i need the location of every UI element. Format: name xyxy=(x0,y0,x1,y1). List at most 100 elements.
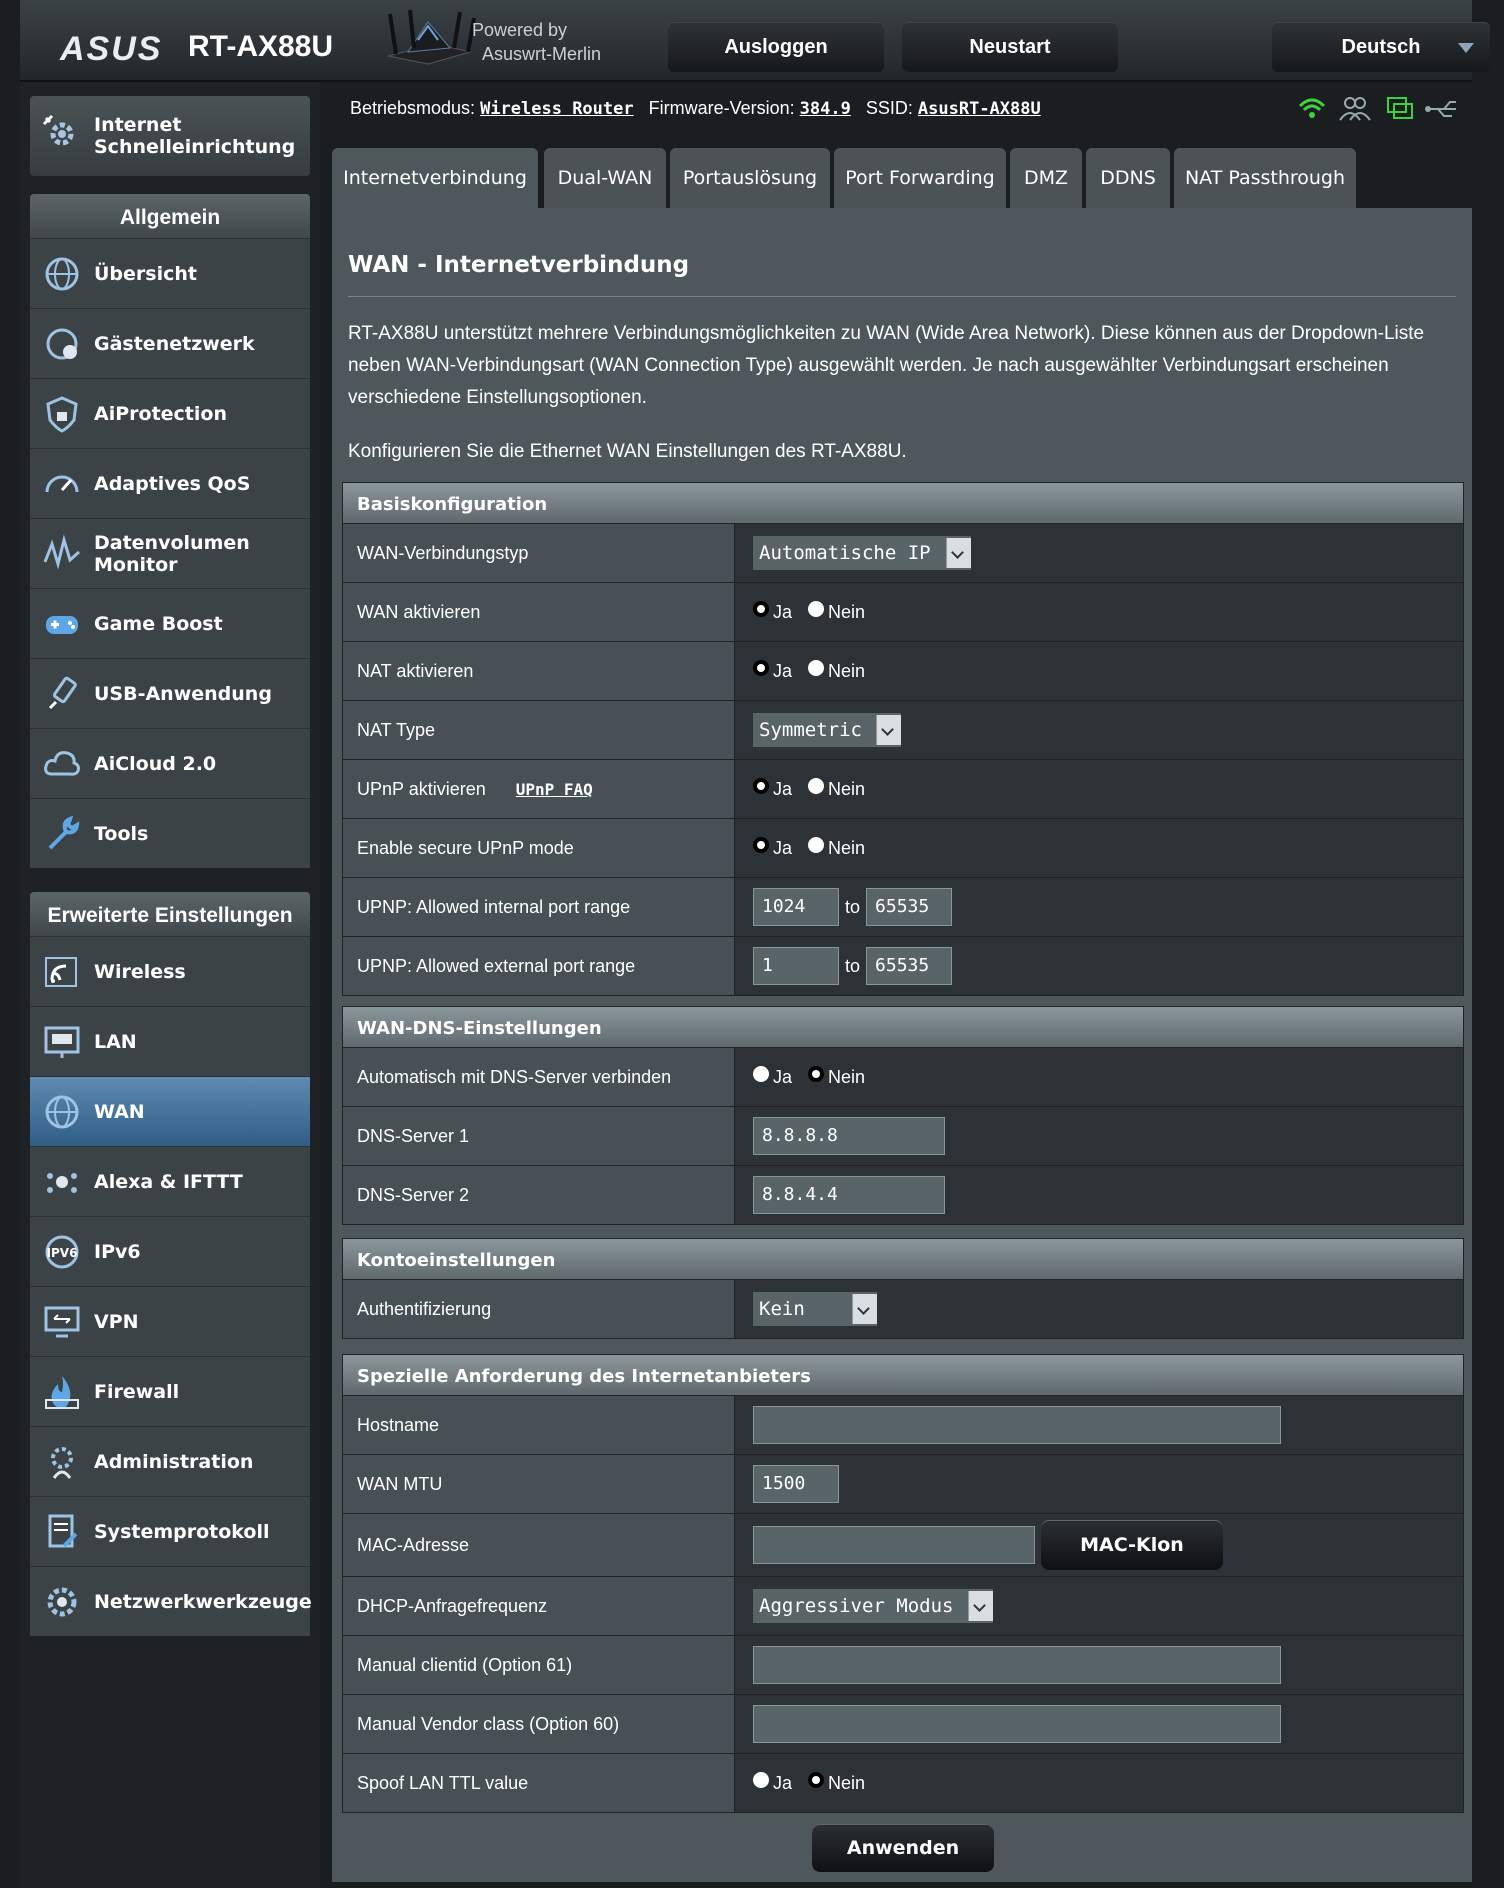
sidebar-item-aiprotection[interactable]: AiProtection xyxy=(30,378,310,448)
external-port-from-input[interactable]: 1 xyxy=(753,947,839,985)
option61-input[interactable] xyxy=(753,1646,1281,1684)
globe-icon xyxy=(45,1095,79,1129)
sidebar-item-tools[interactable]: Tools xyxy=(30,798,310,868)
radio-no-label: Nein xyxy=(828,660,866,681)
radio-no[interactable] xyxy=(808,601,825,617)
select-value: Kein xyxy=(759,1298,805,1320)
sidebar-item-ipv6[interactable]: IPV6 IPv6 xyxy=(30,1216,310,1286)
firmware-link[interactable]: 384.9 xyxy=(800,99,851,119)
nat-type-select[interactable]: Symmetric xyxy=(753,713,901,747)
tab-nat-passthrough[interactable]: NAT Passthrough xyxy=(1174,148,1356,208)
row-label: WAN-Verbindungstyp xyxy=(343,524,735,582)
sidebar-item-datenvolumen-monitor[interactable]: Datenvolumen Monitor xyxy=(30,518,310,588)
tab-dmz[interactable]: DMZ xyxy=(1010,148,1082,208)
sidebar-item-alexa-ifttt[interactable]: Alexa & IFTTT xyxy=(30,1146,310,1216)
alexa-icon xyxy=(47,1173,77,1193)
internal-port-to-input[interactable]: 65535 xyxy=(866,888,953,926)
sidebar-item-label: Systemprotokoll xyxy=(94,1521,270,1543)
row-label: Automatisch mit DNS-Server verbinden xyxy=(343,1048,735,1106)
main-content: WAN - Internetverbindung RT-AX88U unters… xyxy=(332,208,1472,1882)
sidebar-item-firewall[interactable]: Firewall xyxy=(30,1356,310,1426)
sidebar-item-systemprotokoll[interactable]: Systemprotokoll xyxy=(30,1496,310,1566)
sidebar-item-lan[interactable]: LAN xyxy=(30,1006,310,1076)
radio-yes-label: Ja xyxy=(773,601,793,622)
sidebar-item-übersicht[interactable]: Übersicht xyxy=(30,238,310,308)
nat-enable-row: NAT aktivieren Ja Nein xyxy=(343,642,1463,701)
tab-portausl-sung[interactable]: Portauslösung xyxy=(670,148,830,208)
guest-network-icon xyxy=(46,328,78,360)
sidebar-item-administration[interactable]: Administration xyxy=(30,1426,310,1496)
radio-yes[interactable] xyxy=(753,601,769,617)
powered-by: Powered by Asuswrt-Merlin xyxy=(472,18,601,66)
section-title: Basiskonfiguration xyxy=(343,483,1463,524)
dns-auto-row: Automatisch mit DNS-Server verbinden Ja … xyxy=(343,1048,1463,1107)
upnp-external-range-row: UPNP: Allowed external port range 1 to 6… xyxy=(343,937,1463,995)
option60-row: Manual Vendor class (Option 60) xyxy=(343,1695,1463,1754)
radio-yes[interactable] xyxy=(753,778,769,794)
radio-yes[interactable] xyxy=(753,837,769,853)
language-select[interactable]: Deutsch xyxy=(1272,22,1490,72)
radio-no-label: Nein xyxy=(828,1772,866,1793)
tab-ddns[interactable]: DDNS xyxy=(1086,148,1170,208)
sidebar-item-wan[interactable]: WAN xyxy=(30,1076,310,1146)
row-label: UPNP: Allowed internal port range xyxy=(343,878,735,936)
dns-server2-input[interactable]: 8.8.4.4 xyxy=(753,1176,945,1214)
wifi-icon[interactable] xyxy=(1298,98,1326,118)
tab-internetverbindung[interactable]: Internetverbindung xyxy=(332,148,538,208)
sidebar-item-adaptives-qos[interactable]: Adaptives QoS xyxy=(30,448,310,518)
row-label: UPnP aktivieren UPnP FAQ xyxy=(343,760,735,818)
dhcp-frequency-select[interactable]: Aggressiver Modus xyxy=(753,1589,993,1623)
usb-icon[interactable] xyxy=(1425,101,1456,117)
hostname-input[interactable] xyxy=(753,1406,1281,1444)
sidebar-item-aicloud-2-0[interactable]: AiCloud 2.0 xyxy=(30,728,310,798)
sidebar-item-usb-anwendung[interactable]: USB-Anwendung xyxy=(30,658,310,728)
page-title: WAN - Internetverbindung xyxy=(348,252,690,278)
tab-port-forwarding[interactable]: Port Forwarding xyxy=(834,148,1006,208)
radio-no[interactable] xyxy=(808,778,825,794)
radio-no[interactable] xyxy=(808,837,825,853)
radio-no-label: Nein xyxy=(828,837,866,858)
radio-yes[interactable] xyxy=(753,660,769,676)
mode-link[interactable]: Wireless Router xyxy=(480,99,634,119)
auth-row: Authentifizierung Kein xyxy=(343,1280,1463,1338)
network-status-icon[interactable] xyxy=(1387,97,1413,119)
ssid-link[interactable]: AsusRT-AX88U xyxy=(918,99,1041,119)
wan-type-select[interactable]: Automatische IP xyxy=(753,536,971,570)
quick-setup-button[interactable]: Internet Schnelleinrichtung xyxy=(30,96,310,176)
mac-address-input[interactable] xyxy=(753,1526,1035,1564)
sidebar-item-label: USB-Anwendung xyxy=(94,683,272,705)
row-label: WAN aktivieren xyxy=(343,583,735,641)
mtu-input[interactable]: 1500 xyxy=(753,1465,839,1503)
reboot-button[interactable]: Neustart xyxy=(902,22,1118,72)
apply-button[interactable]: Anwenden xyxy=(812,1824,994,1872)
mac-clone-button[interactable]: MAC-Klon xyxy=(1041,1520,1223,1570)
clients-icon[interactable] xyxy=(1339,97,1371,121)
auth-select[interactable]: Kein xyxy=(753,1292,877,1326)
sidebar-item-netzwerkwerkzeuge[interactable]: Netzwerkwerkzeuge xyxy=(30,1566,312,1636)
radio-no[interactable] xyxy=(808,660,825,676)
basic-config-table: Basiskonfiguration WAN-Verbindungstyp Au… xyxy=(342,482,1464,996)
internal-port-from-input[interactable]: 1024 xyxy=(753,888,839,926)
vpn-icon xyxy=(44,1306,80,1338)
sidebar-item-gästenetzwerk[interactable]: Gästenetzwerk xyxy=(30,308,310,378)
option60-input[interactable] xyxy=(753,1705,1281,1743)
sidebar-item-label: VPN xyxy=(94,1311,139,1333)
model-name: RT-AX88U xyxy=(188,30,334,63)
upnp-faq-link[interactable]: UPnP FAQ xyxy=(516,780,593,799)
firewall-icon xyxy=(45,1376,79,1409)
lan-icon xyxy=(44,1026,80,1058)
radio-no[interactable] xyxy=(808,1066,825,1082)
firmware-label: Firmware-Version: xyxy=(648,98,795,118)
radio-no[interactable] xyxy=(808,1772,825,1788)
wizard-icon xyxy=(42,114,74,146)
sidebar-item-wireless[interactable]: Wireless xyxy=(30,936,310,1006)
radio-yes[interactable] xyxy=(753,1066,769,1082)
tab-dual-wan[interactable]: Dual-WAN xyxy=(544,148,666,208)
dns-server1-input[interactable]: 8.8.8.8 xyxy=(753,1117,945,1155)
logout-button[interactable]: Ausloggen xyxy=(668,22,884,72)
radio-yes[interactable] xyxy=(753,1772,769,1788)
sidebar-item-vpn[interactable]: VPN xyxy=(30,1286,310,1356)
external-port-to-input[interactable]: 65535 xyxy=(866,947,953,985)
svg-text:IPV6: IPV6 xyxy=(47,1246,78,1260)
sidebar-item-game-boost[interactable]: Game Boost xyxy=(30,588,310,658)
